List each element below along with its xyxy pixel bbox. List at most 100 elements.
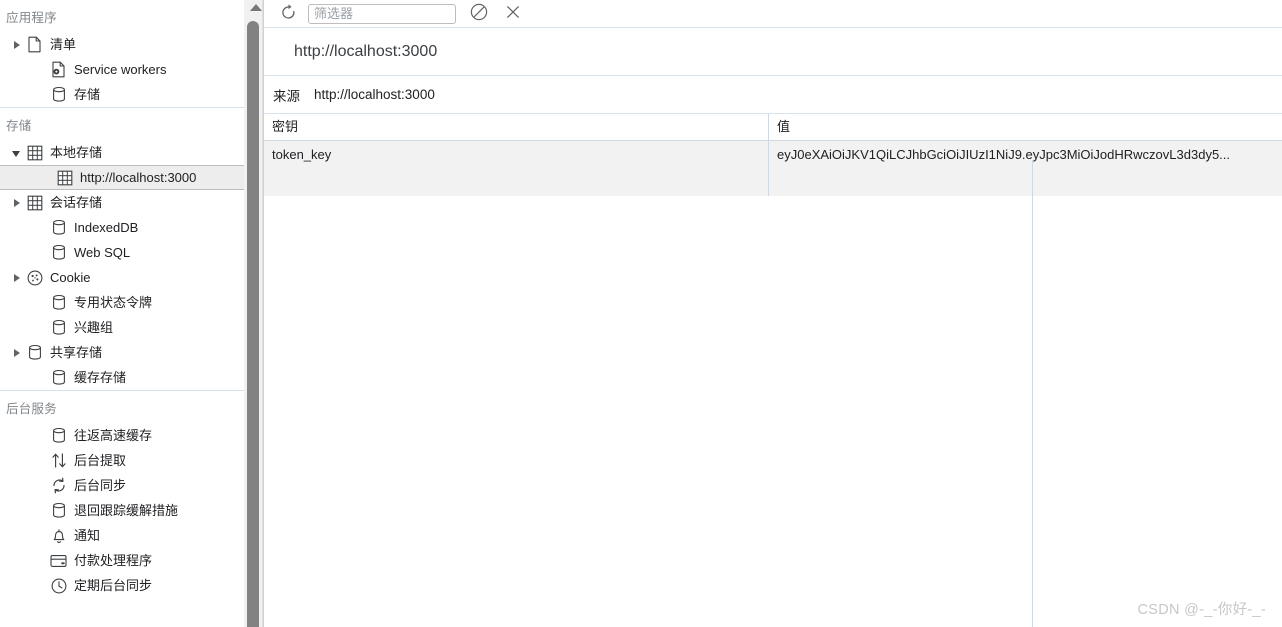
cell-key-empty[interactable]	[264, 168, 769, 196]
sidebar-item-label: 通知	[74, 528, 101, 543]
sidebar-item-http-localhost-3000[interactable]: http://localhost:3000	[0, 165, 244, 190]
chevron-right-icon[interactable]	[10, 271, 24, 285]
sidebar-item-[interactable]: 兴趣组	[0, 315, 244, 340]
sidebar-item-label: Web SQL	[74, 245, 131, 260]
sidebar-item-[interactable]: 清单	[0, 32, 244, 57]
storage-url-header: http://localhost:3000	[264, 28, 1282, 76]
bell-icon	[50, 527, 67, 544]
grid-icon	[56, 169, 73, 186]
column-header-key[interactable]: 密钥	[264, 114, 769, 140]
document-icon	[26, 36, 43, 53]
sidebar-item-[interactable]: 后台提取	[0, 448, 244, 473]
sidebar-item-label: 兴趣组	[74, 320, 114, 335]
sidebar-item-label: 会话存储	[50, 195, 103, 210]
sidebar-item-label: Cookie	[50, 270, 91, 285]
clear-icon	[469, 2, 489, 25]
sidebar-tree: 应用程序 清单 Service workers 存储 存储 本地存储 http://loca…	[0, 0, 244, 627]
sidebar-item-label: 清单	[50, 37, 77, 52]
sidebar-item-[interactable]: 本地存储	[0, 140, 244, 165]
table-header-row: 密钥 值	[264, 114, 1282, 141]
toolbar	[264, 0, 1282, 28]
sidebar-item-[interactable]: 定期后台同步	[0, 573, 244, 598]
refresh-icon	[279, 3, 298, 25]
database-icon	[50, 294, 67, 311]
sidebar-item-[interactable]: 付款处理程序	[0, 548, 244, 573]
sidebar-item-[interactable]: 退回跟踪缓解措施	[0, 498, 244, 523]
sidebar-scrollbar-thumb[interactable]	[247, 21, 259, 627]
sidebar-section-title: 存储	[6, 119, 32, 133]
chevron-right-icon[interactable]	[10, 196, 24, 210]
credit-card-icon	[50, 552, 67, 569]
sidebar-item-label: 本地存储	[50, 145, 103, 160]
sidebar-item-[interactable]: 共享存储	[0, 340, 244, 365]
sidebar-item-[interactable]: 缓存存储	[0, 365, 244, 390]
sidebar-item-[interactable]: 专用状态令牌	[0, 290, 244, 315]
close-icon	[504, 3, 522, 24]
sidebar-item-label: http://localhost:3000	[80, 170, 197, 185]
sidebar-item-label: 后台同步	[74, 478, 127, 493]
cell-value[interactable]: eyJ0eXAiOiJKV1QiLCJhbGciOiJIUzI1NiJ9.eyJ…	[769, 141, 1282, 168]
column-divider[interactable]	[1032, 160, 1033, 627]
sidebar-item-[interactable]: 会话存储	[0, 190, 244, 215]
sidebar-item-label: Service workers	[74, 62, 167, 77]
filter-input[interactable]	[308, 3, 456, 24]
devtools-application-panel: 应用程序 清单 Service workers 存储 存储 本地存储 http://loca…	[0, 0, 1282, 627]
chevron-down-icon[interactable]	[10, 146, 24, 160]
scroll-up-arrow-icon[interactable]	[250, 4, 262, 11]
sidebar-item-[interactable]: 存储	[0, 82, 244, 107]
clear-filter-button[interactable]	[466, 1, 492, 27]
sidebar-section-title: 后台服务	[6, 402, 57, 416]
service-worker-icon	[50, 61, 67, 78]
sidebar-item-[interactable]: 通知	[0, 523, 244, 548]
database-icon	[26, 344, 43, 361]
table-row[interactable]: token_key eyJ0eXAiOiJKV1QiLCJhbGciOiJIUz…	[264, 141, 1282, 168]
sidebar-item-service-workers[interactable]: Service workers	[0, 57, 244, 82]
origin-row: 来源 http://localhost:3000	[264, 76, 1282, 114]
database-icon	[50, 502, 67, 519]
page-title: http://localhost:3000	[294, 42, 438, 60]
storage-table: 密钥 值 token_key eyJ0eXAiOiJKV1QiLCJhbGciO…	[264, 114, 1282, 196]
database-icon	[50, 319, 67, 336]
cookie-icon	[26, 269, 43, 286]
close-button[interactable]	[500, 1, 526, 27]
database-icon	[50, 86, 67, 103]
origin-label: 来源	[273, 88, 300, 104]
sidebar-item-indexeddb[interactable]: IndexedDB	[0, 215, 244, 240]
refresh-button[interactable]	[275, 1, 301, 27]
sync-icon	[50, 477, 67, 494]
sidebar-item-cookie[interactable]: Cookie	[0, 265, 244, 290]
sidebar-item-label: 后台提取	[74, 453, 127, 468]
main-panel: http://localhost:3000 来源 http://localhos…	[263, 0, 1282, 627]
sidebar-item-label: 专用状态令牌	[74, 295, 153, 310]
sidebar-item-[interactable]: 往返高速缓存	[0, 423, 244, 448]
sidebar-item-label: 缓存存储	[74, 370, 127, 385]
cell-key[interactable]: token_key	[264, 141, 769, 168]
sidebar-item-label: 共享存储	[50, 345, 103, 360]
database-icon	[50, 369, 67, 386]
chevron-right-icon[interactable]	[10, 38, 24, 52]
sidebar-item-label: 定期后台同步	[74, 578, 153, 593]
database-icon	[50, 427, 67, 444]
database-icon	[50, 244, 67, 261]
table-row-empty[interactable]	[264, 168, 1282, 196]
sidebar-item-label: 存储	[74, 87, 101, 102]
sidebar-item-web-sql[interactable]: Web SQL	[0, 240, 244, 265]
sidebar-item-label: 往返高速缓存	[74, 428, 153, 443]
arrows-up-down-icon	[50, 452, 67, 469]
origin-value: http://localhost:3000	[314, 87, 435, 102]
chevron-right-icon[interactable]	[10, 346, 24, 360]
cell-value-empty[interactable]	[769, 168, 1282, 196]
column-header-value[interactable]: 值	[769, 114, 1282, 140]
sidebar-item-[interactable]: 后台同步	[0, 473, 244, 498]
